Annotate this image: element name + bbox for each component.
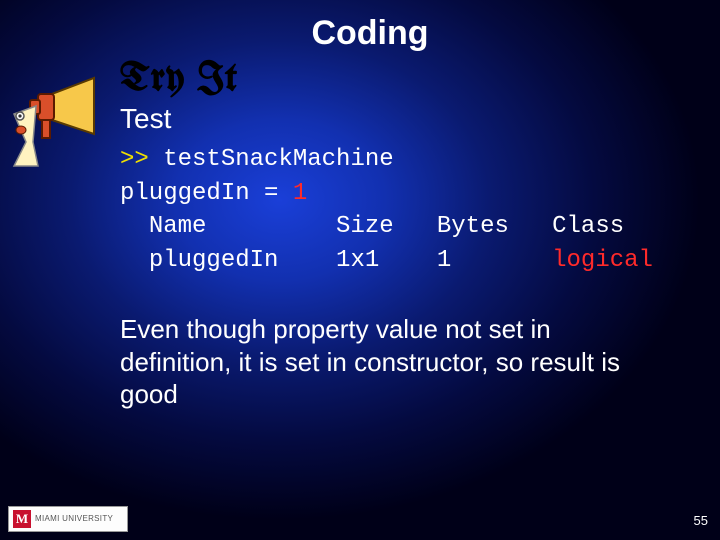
- slide: Coding Try It Test >> testSnackMachine p…: [0, 0, 720, 540]
- out-line-1b: 1: [293, 180, 307, 207]
- hdr-name: Name: [149, 213, 207, 240]
- logo-text: MIAMI UNIVERSITY: [35, 515, 113, 523]
- row-class: logical: [552, 247, 653, 274]
- row-name: pluggedIn: [149, 247, 279, 274]
- hdr-bytes: Bytes: [437, 213, 509, 240]
- try-it-heading: Try It: [120, 61, 660, 101]
- body-text: Even though property value not set in de…: [120, 313, 660, 411]
- hdr-class: Class: [552, 213, 624, 240]
- hdr-size: Size: [336, 213, 394, 240]
- prompt: >>: [120, 146, 163, 173]
- slide-title: Coding: [120, 14, 660, 53]
- test-label: Test: [120, 103, 660, 135]
- cmd: testSnackMachine: [163, 146, 393, 173]
- page-number: 55: [694, 513, 708, 528]
- megaphone-icon: [8, 70, 108, 170]
- row-bytes: 1: [437, 247, 451, 274]
- code-block: >> testSnackMachine pluggedIn = 1 Name S…: [120, 143, 660, 277]
- out-line-1a: pluggedIn =: [120, 180, 293, 207]
- logo-m: M: [13, 510, 31, 528]
- row-size: 1x1: [336, 247, 379, 274]
- footer-logo: M MIAMI UNIVERSITY: [8, 506, 128, 532]
